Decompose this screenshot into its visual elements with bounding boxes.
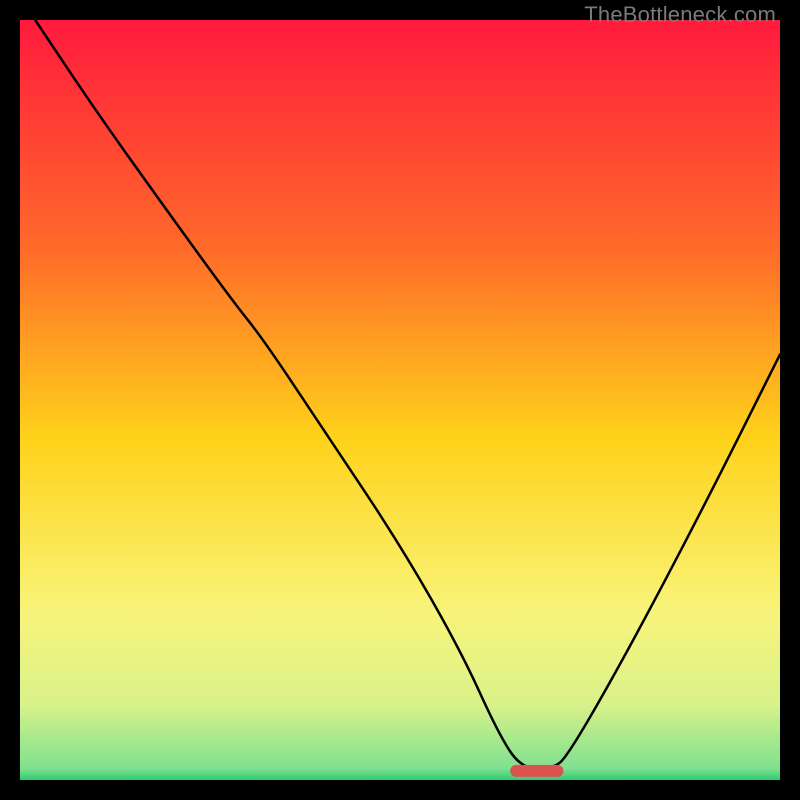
chart-frame: [20, 20, 780, 780]
gradient-background: [20, 20, 780, 780]
bottleneck-chart: [20, 20, 780, 780]
optimal-marker: [510, 765, 563, 777]
watermark-text: TheBottleneck.com: [584, 2, 776, 28]
